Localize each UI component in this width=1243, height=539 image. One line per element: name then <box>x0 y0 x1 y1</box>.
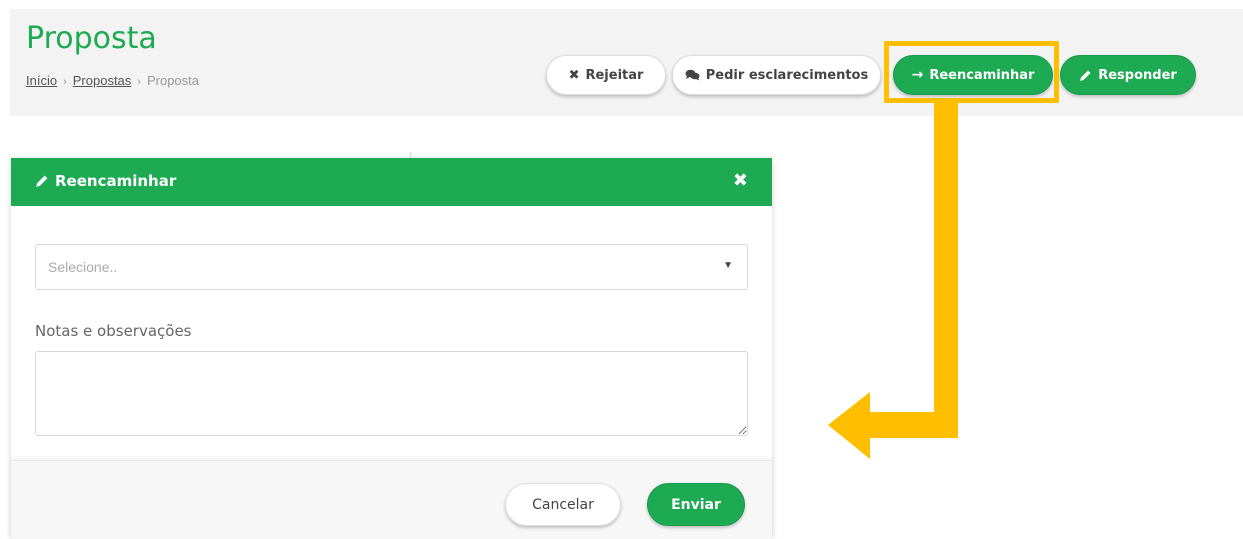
respond-button-label: Responder <box>1098 67 1177 83</box>
submit-button-label: Enviar <box>671 496 721 513</box>
recipient-select[interactable]: Selecione.. ▼ <box>35 244 748 290</box>
page-title: Proposta <box>26 21 157 56</box>
breadcrumb-propostas-link[interactable]: Propostas <box>73 73 132 88</box>
request-clarification-button-label: Pedir esclarecimentos <box>705 67 869 83</box>
forward-modal: Reencaminhar ✖ Selecione.. ▼ Notas e obs… <box>11 158 772 539</box>
cancel-button-label: Cancelar <box>532 496 594 513</box>
notes-textarea[interactable] <box>35 351 748 436</box>
request-clarification-button[interactable]: Pedir esclarecimentos <box>672 55 881 95</box>
notes-label: Notas e observações <box>35 322 192 340</box>
recipient-select-placeholder: Selecione.. <box>48 259 118 275</box>
respond-button[interactable]: Responder <box>1060 55 1196 95</box>
reject-button-label: Rejeitar <box>585 67 644 83</box>
pencil-icon <box>1079 69 1092 82</box>
breadcrumb-home-link[interactable]: Início <box>26 73 57 88</box>
caret-down-icon: ▼ <box>723 260 733 271</box>
breadcrumb-separator: › <box>63 76 67 88</box>
breadcrumb-separator: › <box>137 76 141 88</box>
modal-header: Reencaminhar ✖ <box>11 158 772 206</box>
times-icon: ✖ <box>568 67 580 83</box>
modal-title-label: Reencaminhar <box>55 172 177 190</box>
pencil-icon <box>35 174 49 188</box>
modal-footer: Cancelar Enviar <box>11 460 772 539</box>
reject-button[interactable]: ✖ Rejeitar <box>546 55 666 95</box>
breadcrumb-current: Proposta <box>146 73 200 88</box>
modal-title: Reencaminhar <box>35 172 176 190</box>
annotation-highlight-box <box>884 41 1059 103</box>
close-icon[interactable]: ✖ <box>733 170 748 191</box>
breadcrumb: Início › Propostas › Proposta <box>26 73 199 88</box>
submit-button[interactable]: Enviar <box>647 483 745 526</box>
cancel-button[interactable]: Cancelar <box>505 483 621 526</box>
comments-icon <box>685 69 700 81</box>
